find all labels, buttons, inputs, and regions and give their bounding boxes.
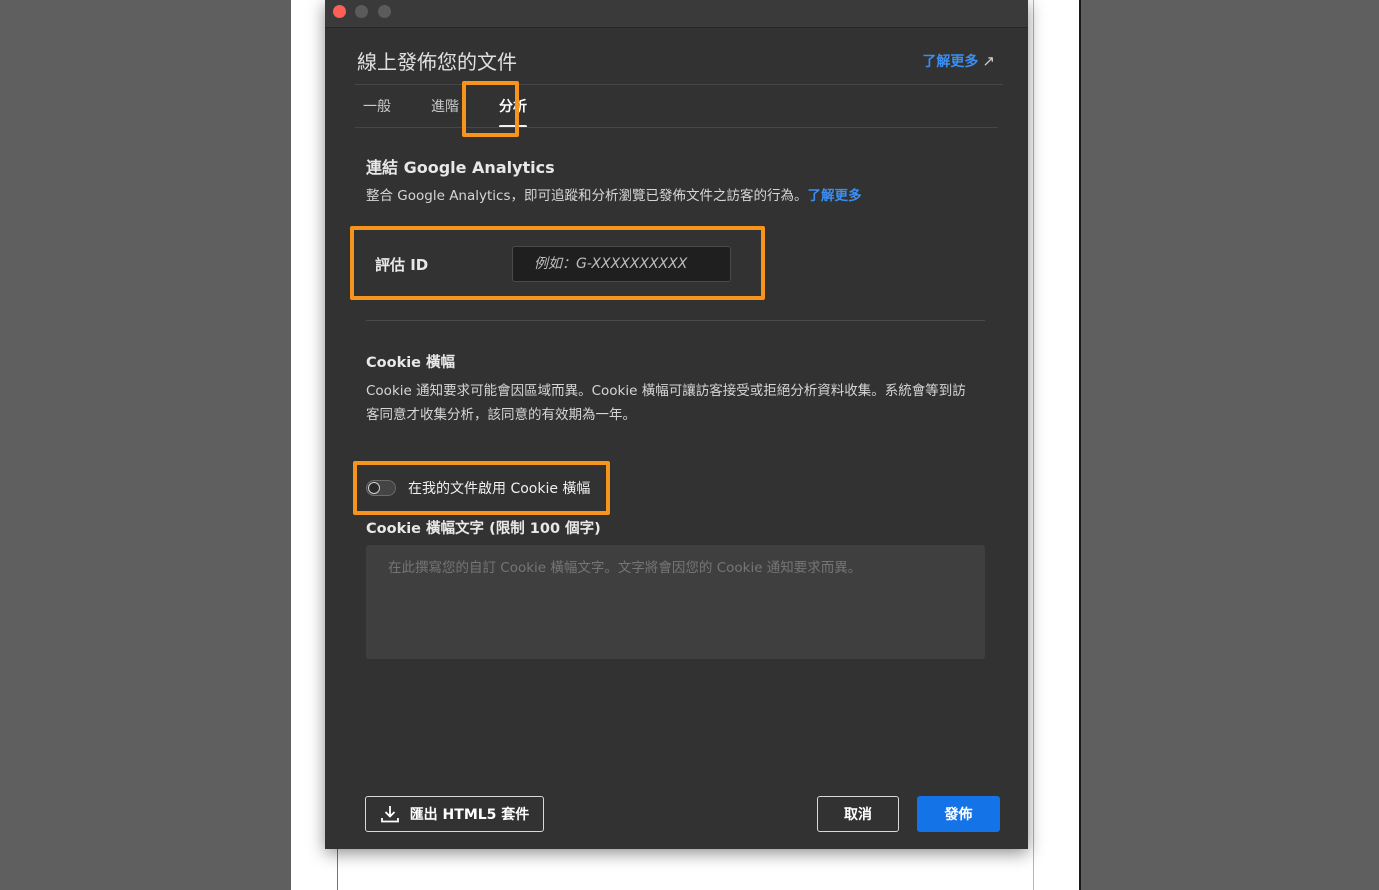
- cookie-section-title: Cookie 橫幅: [366, 355, 456, 371]
- measurement-id-label: 評估 ID: [375, 256, 429, 274]
- export-button-label: 匯出 HTML5 套件: [409, 807, 530, 823]
- cookie-text-area[interactable]: [366, 545, 985, 659]
- dialog-title: 線上發佈您的文件: [357, 50, 517, 74]
- learn-more-link-top[interactable]: 了解更多 ↗: [922, 51, 995, 71]
- cookie-description-line: Cookie 通知要求可能會因區域而異。Cookie 橫幅可讓訪客接受或拒絕分析…: [366, 383, 966, 399]
- analytics-description-text: 整合 Google Analytics，即可追蹤和分析瀏覽已發佈文件之訪客的行為…: [366, 188, 808, 204]
- tab-advanced[interactable]: 進階: [423, 96, 467, 128]
- analytics-description: 整合 Google Analytics，即可追蹤和分析瀏覽已發佈文件之訪客的行為…: [366, 184, 862, 208]
- learn-more-link[interactable]: 了解更多: [808, 188, 862, 204]
- page-guide-line: [337, 845, 338, 890]
- tab-divider: [355, 127, 998, 128]
- publish-button[interactable]: 發佈: [917, 796, 1000, 832]
- cancel-button[interactable]: 取消: [817, 796, 899, 832]
- cookie-text-label: Cookie 橫幅文字 (限制 100 個字): [366, 521, 601, 537]
- cookie-banner-toggle-label: 在我的文件啟用 Cookie 橫幅: [408, 481, 591, 497]
- download-icon: [380, 806, 399, 823]
- window-titlebar: [325, 0, 1028, 28]
- cookie-banner-toggle-row: 在我的文件啟用 Cookie 橫幅: [366, 478, 590, 498]
- highlight-box-tab: [462, 81, 519, 137]
- page-guide-line: [1033, 0, 1034, 890]
- tab-general[interactable]: 一般: [355, 96, 399, 128]
- export-html5-button[interactable]: 匯出 HTML5 套件: [365, 796, 544, 832]
- cookie-description: Cookie 通知要求可能會因區域而異。Cookie 橫幅可讓訪客接受或拒絕分析…: [366, 379, 986, 427]
- divider: [355, 84, 1003, 85]
- cookie-banner-toggle[interactable]: [366, 480, 396, 496]
- publish-online-dialog: 線上發佈您的文件 了解更多 ↗ 一般 進階 分析 連結 Google Analy…: [325, 0, 1028, 849]
- learn-more-label: 了解更多: [922, 54, 979, 70]
- section-divider: [366, 320, 985, 321]
- window-close-button[interactable]: [333, 5, 346, 18]
- window-zoom-button[interactable]: [378, 5, 391, 18]
- window-minimize-button[interactable]: [355, 5, 368, 18]
- analytics-section-title: 連結 Google Analytics: [366, 158, 555, 177]
- cookie-description-line: 客同意才收集分析，該同意的有效期為一年。: [366, 407, 636, 423]
- external-link-icon: ↗: [982, 52, 995, 70]
- toggle-knob: [368, 482, 380, 494]
- tab-bar: 一般 進階 分析: [355, 96, 559, 128]
- measurement-id-input[interactable]: [512, 246, 731, 282]
